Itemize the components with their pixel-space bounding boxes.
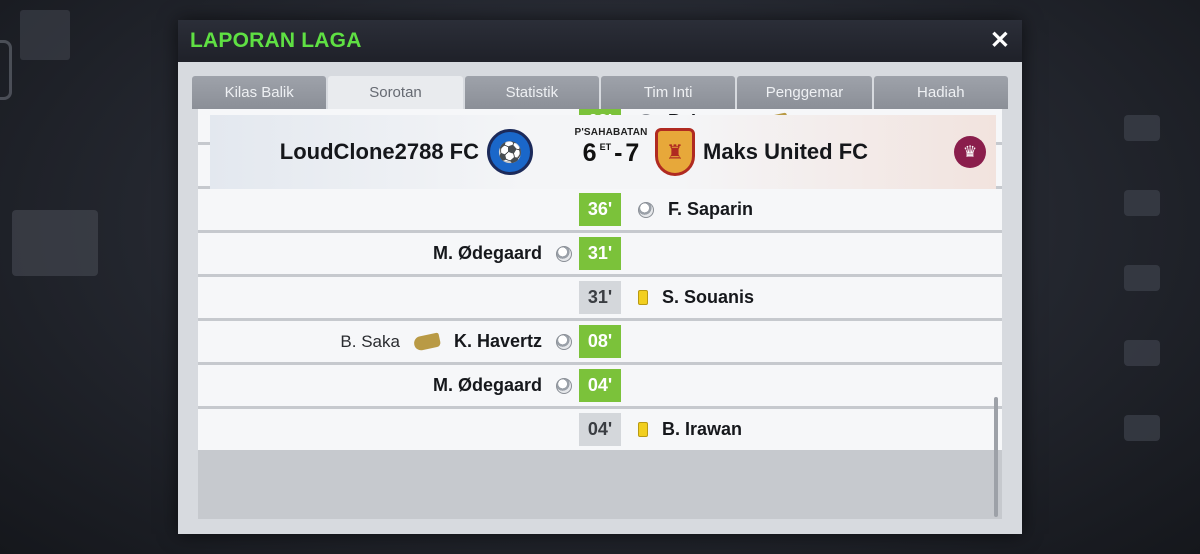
event-minute: 31' xyxy=(579,237,621,270)
score-separator: - xyxy=(614,139,623,167)
event-player: M. Ødegaard xyxy=(432,243,542,263)
background-panel xyxy=(20,10,70,60)
yellow-card-icon xyxy=(638,422,648,437)
event-row: F. Saparin 36' xyxy=(198,189,1002,230)
event-minute: 04' xyxy=(579,369,621,402)
event-row: S. Souanis 31' xyxy=(198,277,1002,318)
tab-kilas-balik[interactable]: Kilas Balik xyxy=(192,76,327,109)
kit-icon[interactable]: ♛ xyxy=(954,136,986,168)
assist-player: B. Saka xyxy=(340,331,400,351)
event-minute: 08' xyxy=(579,325,621,358)
tab-tim-inti[interactable]: Tim Inti xyxy=(600,76,736,109)
tab-hadiah[interactable]: Hadiah xyxy=(873,76,1008,109)
tab-statistik[interactable]: Statistik xyxy=(464,76,599,109)
boot-icon xyxy=(412,331,442,352)
away-event: B. Irawan xyxy=(638,409,742,450)
event-minute: 36' xyxy=(579,193,621,226)
close-icon[interactable]: ✕ xyxy=(990,29,1010,53)
extra-time-label: ET xyxy=(599,142,612,152)
football-icon xyxy=(556,333,572,350)
event-player: K. Havertz xyxy=(453,331,542,351)
event-minute: 31' xyxy=(579,281,621,314)
background-icon xyxy=(1124,190,1160,216)
away-event: F. Saparin xyxy=(638,189,753,230)
event-row: B. Saka K. Havertz 08' xyxy=(198,321,1002,362)
tab-sorotan[interactable]: Sorotan xyxy=(328,76,463,109)
football-icon xyxy=(556,377,572,394)
score: 6 ET - 7 xyxy=(566,139,656,168)
background-icon xyxy=(1124,415,1160,441)
away-score: 7 xyxy=(625,139,640,167)
football-icon xyxy=(638,201,654,218)
score-block: P'SAHABATAN 6 ET - 7 xyxy=(566,127,656,168)
event-player: M. Ødegaard xyxy=(432,375,542,395)
away-team: ♜ Maks United FC xyxy=(655,115,868,189)
background-icon xyxy=(1124,340,1160,366)
away-team-name: Maks United FC xyxy=(703,139,869,164)
background-menu-edge xyxy=(0,40,12,100)
event-row: B. Irawan 04' xyxy=(198,409,1002,450)
event-row: M. Ødegaard 04' xyxy=(198,365,1002,406)
match-report-dialog: LAPORAN LAGA ✕ Kilas Balik Sorotan Stati… xyxy=(178,20,1022,534)
background-icon xyxy=(1124,115,1160,141)
event-player: S. Souanis xyxy=(662,287,755,307)
home-team: LoudClone2788 FC ⚽ xyxy=(280,115,533,189)
home-event: B. Saka K. Havertz xyxy=(340,321,572,362)
dialog-header: LAPORAN LAGA ✕ xyxy=(178,20,1022,62)
tab-penggemar[interactable]: Penggemar xyxy=(737,76,872,109)
scrollbar[interactable] xyxy=(994,397,998,517)
home-team-name: LoudClone2788 FC xyxy=(279,139,479,164)
football-icon xyxy=(556,245,572,262)
away-crest-icon: ♜ xyxy=(655,128,695,176)
event-player: F. Saparin xyxy=(668,199,754,219)
event-player: B. Irawan xyxy=(662,419,743,439)
away-event: S. Souanis xyxy=(638,277,754,318)
highlights-panel: B. IrawanD. Mas'ud63'N. PépéK. Havertz46… xyxy=(198,109,1002,519)
yellow-card-icon xyxy=(638,290,648,305)
tab-bar: Kilas Balik Sorotan Statistik Tim Inti P… xyxy=(192,76,1008,109)
background-icon xyxy=(1124,265,1160,291)
home-score: 6 xyxy=(582,139,597,167)
home-crest-icon: ⚽ xyxy=(487,129,533,175)
match-type: P'SAHABATAN xyxy=(574,127,648,138)
dialog-title: LAPORAN LAGA xyxy=(190,29,362,52)
event-minute: 04' xyxy=(579,413,621,446)
scoreboard: LoudClone2788 FC ⚽ P'SAHABATAN 6 ET - 7 … xyxy=(210,115,996,189)
home-event: M. Ødegaard xyxy=(433,233,572,274)
background-panel xyxy=(12,210,98,276)
home-event: M. Ødegaard xyxy=(433,365,572,406)
event-row: M. Ødegaard 31' xyxy=(198,233,1002,274)
